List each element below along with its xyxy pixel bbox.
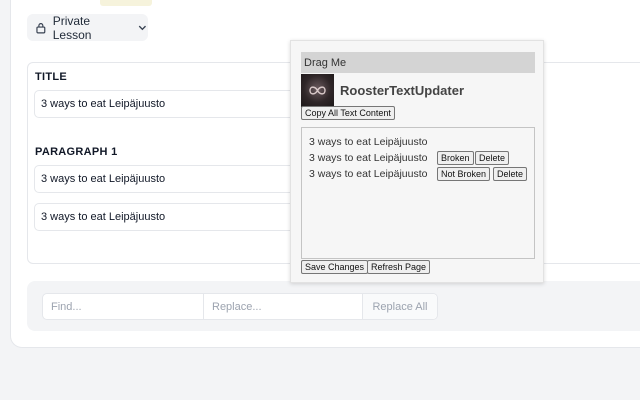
replace-input[interactable] (204, 294, 363, 319)
lesson-type-label: Private Lesson (52, 13, 92, 42)
content-line-1: 3 ways to eat Leipäjuusto (309, 136, 428, 148)
find-replace-group: Replace All (42, 293, 438, 320)
chevron-down-icon (139, 25, 147, 31)
find-input[interactable] (43, 294, 204, 319)
paragraph-section-label: PARAGRAPH 1 (35, 146, 118, 158)
extension-popup: Drag Me RoosterTextUpdater Copy All Text… (290, 40, 544, 283)
text-content-area: 3 ways to eat Leipäjuusto 3 ways to eat … (301, 127, 535, 259)
title-section-label: TITLE (35, 71, 68, 83)
refresh-page-button[interactable]: Refresh Page (367, 260, 431, 274)
save-changes-button[interactable]: Save Changes (301, 260, 369, 274)
copy-all-button[interactable]: Copy All Text Content (301, 106, 395, 120)
broken-button[interactable]: Broken (437, 151, 474, 165)
highlight-strip (100, 0, 152, 6)
app-name: RoosterTextUpdater (340, 83, 465, 98)
delete-button-1[interactable]: Delete (475, 151, 510, 165)
title-field[interactable]: 3 ways to eat Leipäjuusto (34, 90, 314, 118)
replace-all-button[interactable]: Replace All (363, 294, 437, 319)
lesson-type-dropdown[interactable]: Private Lesson (27, 13, 148, 42)
content-line-2: 3 ways to eat Leipäjuusto (309, 152, 428, 164)
paragraph-field-1[interactable]: 3 ways to eat Leipäjuusto (34, 165, 314, 193)
app-logo (301, 74, 334, 107)
paragraph-field-2[interactable]: 3 ways to eat Leipäjuusto (34, 203, 314, 231)
lock-icon (36, 22, 46, 33)
infinity-logo-icon (309, 86, 326, 95)
content-line-3: 3 ways to eat Leipäjuusto (309, 168, 428, 180)
not-broken-button[interactable]: Not Broken (437, 167, 491, 181)
delete-button-2[interactable]: Delete (493, 167, 528, 181)
drag-handle[interactable]: Drag Me (301, 52, 535, 73)
